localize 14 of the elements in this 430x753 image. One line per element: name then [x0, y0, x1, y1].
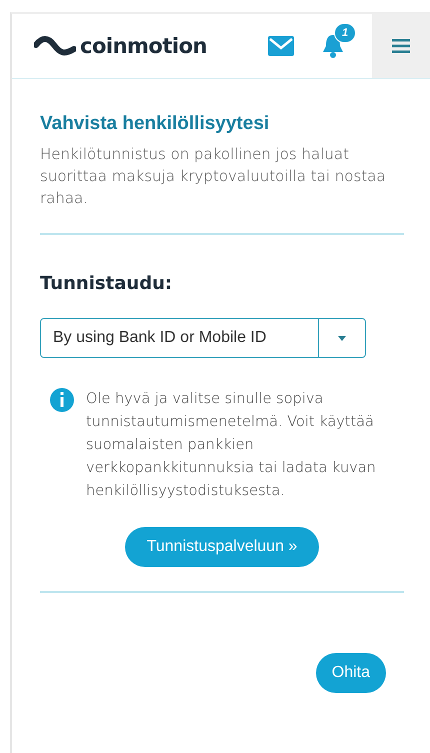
mail-icon[interactable] [268, 36, 294, 56]
info-text: Ole hyvä ja valitse sinulle sopiva tunnistautumismenetelmä. Voit käyttää suomalaisten pankkien verkkopankkitunnuksia tai ladata kuvan henkilöllisyystodistuksesta. [86, 390, 376, 501]
description-text: Henkilötunnistus on pakollinen jos haluat suorittaa maksuja kryptovaluutoilla tai nostaa rahaa. [40, 144, 387, 209]
notification-badge: 1 [334, 23, 356, 43]
caret-icon [338, 336, 346, 340]
info-icon [50, 388, 74, 412]
page-title: Vahvista henkilöllisyytesi [40, 113, 270, 135]
logo-icon [34, 35, 76, 57]
method-select[interactable]: By using Bank ID or Mobile ID [40, 318, 366, 358]
bell-icon[interactable] [322, 33, 344, 59]
logo[interactable]: coinmotion [80, 34, 207, 58]
method-label: Tunnistaudu: [40, 273, 174, 294]
menu-button[interactable] [372, 14, 430, 78]
menu-icon [392, 39, 410, 53]
